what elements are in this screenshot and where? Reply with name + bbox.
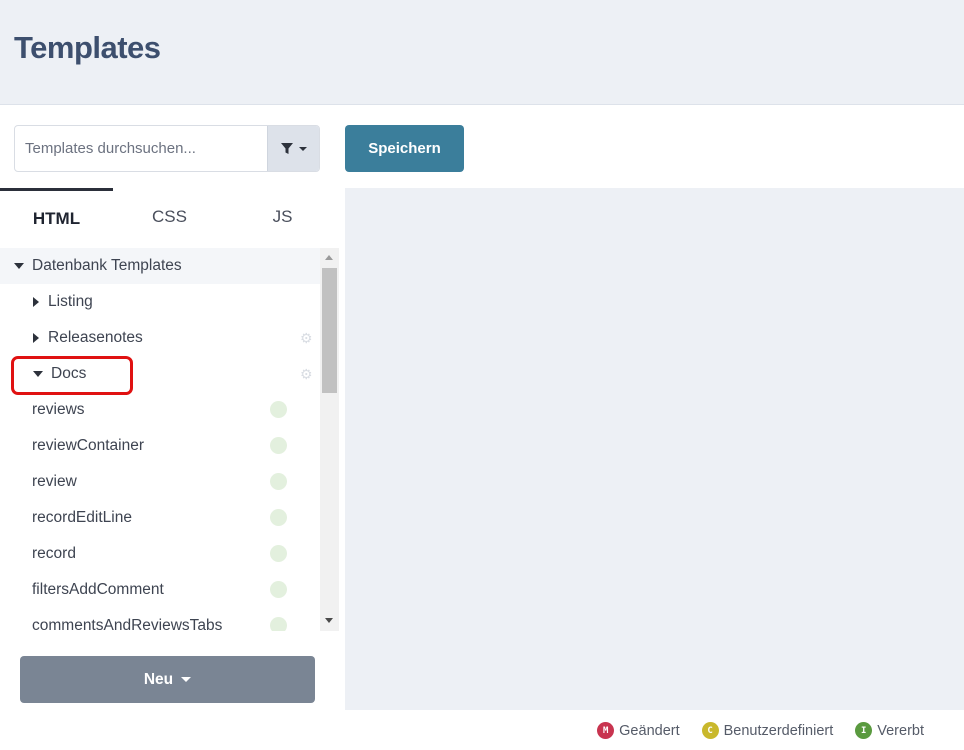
custom-badge-icon: C [701,722,719,739]
caret-right-icon [33,333,39,343]
tab-html[interactable]: HTML [0,188,113,246]
scroll-thumb[interactable] [322,268,337,393]
tree-item-label: commentsAndReviewsTabs [32,617,223,631]
inherited-badge-icon: I [270,401,287,418]
scroll-up-arrow-icon[interactable] [325,255,333,260]
gear-icon[interactable]: ⚙ [300,367,314,381]
caret-down-icon [14,263,24,269]
tree-node-label: Docs [51,365,87,382]
tree-item-reviewcontainer[interactable]: reviewContainer I [0,428,320,464]
tree-item-label: recordEditLine [32,509,132,526]
tree-root-datenbank-templates[interactable]: Datenbank Templates [0,248,320,284]
chevron-down-icon [181,677,192,682]
filter-dropdown-button[interactable] [267,126,319,171]
inherited-badge-icon: I [270,509,287,526]
search-input[interactable] [15,126,267,171]
new-button-label: Neu [143,670,174,688]
save-button[interactable]: Speichern [345,125,464,172]
tree-node-label: Listing [48,293,93,310]
editor-area[interactable] [345,188,964,710]
tab-css[interactable]: CSS [113,188,226,246]
tree-folder-releasenotes[interactable]: Releasenotes ⚙ [0,320,320,356]
tree-item-record[interactable]: record I [0,536,320,572]
inherited-badge-icon: I [855,722,873,739]
legend: M Geändert C Benutzerdefiniert I Vererbt [597,722,924,739]
tree-item-review[interactable]: review I [0,464,320,500]
tree-scrollbar[interactable] [320,248,339,631]
tree-item-recordeditline[interactable]: recordEditLine I [0,500,320,536]
tree-item-label: review [32,473,77,490]
page-title: Templates [14,30,161,65]
modified-badge-icon: M [597,722,615,739]
legend-item-inherited: I Vererbt [855,722,924,739]
legend-label: Vererbt [877,722,924,739]
tree-item-label: reviewContainer [32,437,144,454]
tab-js[interactable]: JS [226,188,339,246]
search-box [14,125,320,172]
editor-tabs: HTML CSS JS [0,188,340,246]
chevron-down-icon [298,146,307,151]
legend-item-modified: M Geändert [597,722,680,739]
toolbar: Speichern [0,106,964,188]
tree-item-label: record [32,545,76,562]
filter-icon [280,142,293,154]
new-template-button[interactable]: Neu [20,656,315,703]
tree-item-label: reviews [32,401,85,418]
scroll-down-arrow-icon[interactable] [325,618,333,623]
tree-item-filtersaddcomment[interactable]: filtersAddComment I [0,572,320,608]
tree-item-reviews[interactable]: reviews I [0,392,320,428]
inherited-badge-icon: I [270,581,287,598]
tree-folder-docs[interactable]: Docs ⚙ [0,356,320,392]
caret-right-icon [33,297,39,307]
inherited-badge-icon: I [270,437,287,454]
inherited-badge-icon: I [270,617,287,631]
legend-label: Benutzerdefiniert [723,722,834,739]
status-footer: M Geändert C Benutzerdefiniert I Vererbt [0,710,964,750]
legend-item-custom: C Benutzerdefiniert [701,722,834,739]
template-tree: Datenbank Templates Listing Releasenotes… [0,248,320,631]
page-header: Templates [0,0,964,105]
inherited-badge-icon: I [270,473,287,490]
tree-folder-listing[interactable]: Listing [0,284,320,320]
inherited-badge-icon: I [270,545,287,562]
caret-down-icon [33,371,43,377]
tree-item-label: filtersAddComment [32,581,164,598]
tree-node-label: Datenbank Templates [32,257,182,274]
gear-icon[interactable]: ⚙ [300,331,314,345]
legend-label: Geändert [619,722,680,739]
tree-node-label: Releasenotes [48,329,143,346]
tree-item-commentsandreviewstabs[interactable]: commentsAndReviewsTabs I [0,608,320,631]
